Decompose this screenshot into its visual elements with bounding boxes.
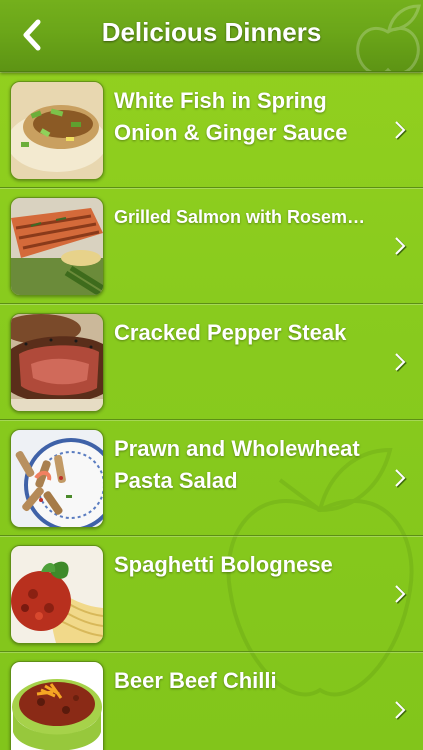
navigation-bar: Delicious Dinners xyxy=(0,0,423,72)
recipe-row-prawn-pasta[interactable]: Prawn and Wholewheat Pasta Salad xyxy=(0,420,423,536)
pasta-salad-image xyxy=(10,429,104,528)
recipe-title: Beer Beef Chilli xyxy=(114,668,277,693)
recipe-title: White Fish in Spring Onion & Ginger Sauc… xyxy=(114,88,348,145)
apple-leaf-icon xyxy=(356,4,421,71)
recipe-row-pepper-steak[interactable]: Cracked Pepper Steak xyxy=(0,304,423,420)
page-title: Delicious Dinners xyxy=(101,17,322,47)
recipe-title: Prawn and Wholewheat Pasta Salad xyxy=(114,436,360,493)
back-button[interactable] xyxy=(16,18,50,52)
chevron-right-icon xyxy=(393,468,409,490)
recipe-row-white-fish[interactable]: White Fish in Spring Onion & Ginger Sauc… xyxy=(0,72,423,188)
chevron-right-icon xyxy=(393,584,409,606)
recipe-title: Cracked Pepper Steak xyxy=(114,320,347,345)
salmon-dish-image xyxy=(10,197,104,296)
recipe-title: Spaghetti Bolognese xyxy=(114,552,333,577)
chevron-right-icon xyxy=(393,236,409,258)
steak-dish-image xyxy=(10,313,104,412)
chevron-right-icon xyxy=(393,120,409,142)
chilli-bowl-image xyxy=(10,661,104,750)
chevron-right-icon xyxy=(393,352,409,374)
spaghetti-image xyxy=(10,545,104,644)
recipe-row-grilled-salmon[interactable]: Grilled Salmon with Rosem… xyxy=(0,188,423,304)
fish-dish-image xyxy=(10,81,104,180)
recipe-row-beer-beef-chilli[interactable]: Beer Beef Chilli xyxy=(0,652,423,750)
chevron-right-icon xyxy=(393,700,409,722)
recipe-title: Grilled Salmon with Rosem… xyxy=(114,207,366,227)
app-screen: Delicious Dinners White Fish in Spring O… xyxy=(0,0,423,750)
chevron-left-icon xyxy=(23,19,41,51)
recipe-list: White Fish in Spring Onion & Ginger Sauc… xyxy=(0,72,423,750)
recipe-row-spaghetti-bolognese[interactable]: Spaghetti Bolognese xyxy=(0,536,423,652)
